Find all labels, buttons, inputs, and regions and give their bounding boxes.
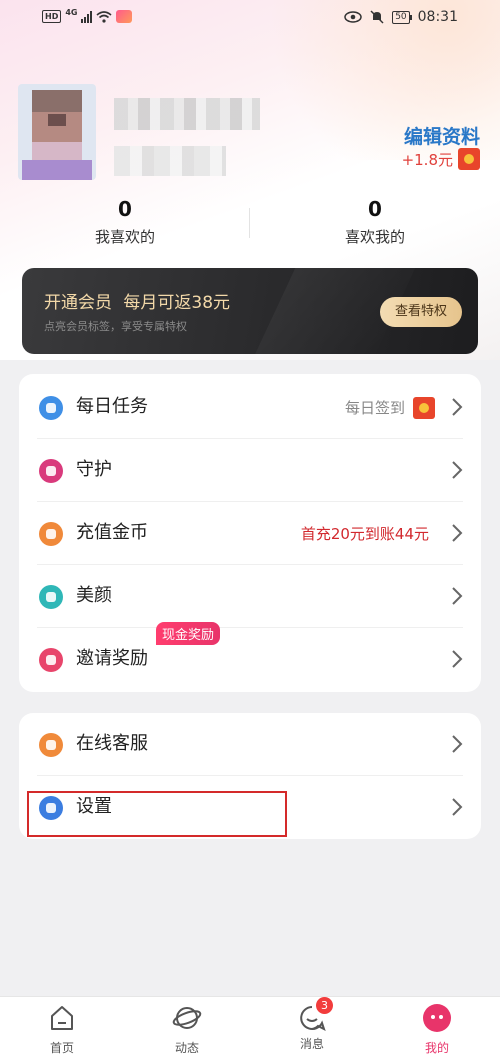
mute-icon — [370, 10, 384, 24]
nav-label: 首页 — [49, 1041, 74, 1055]
stat-label: 喜欢我的 — [344, 228, 405, 246]
stat-likes-me[interactable]: 0 喜欢我的 — [250, 196, 500, 247]
nav-item-moments[interactable]: 动态 — [157, 1003, 217, 1056]
nav-label: 我的 — [424, 1041, 449, 1055]
menu-item-beauty[interactable]: 美颜 — [19, 565, 481, 628]
clock: 08:31 — [417, 9, 458, 25]
coin-icon — [39, 522, 63, 546]
vip-subtitle: 点亮会员标签，享受专属特权 — [44, 320, 187, 333]
menu-item-label: 守护 — [76, 459, 112, 480]
nav-item-me[interactable]: 我的 — [407, 1003, 467, 1056]
signal-icon — [81, 10, 93, 23]
chevron-right-icon — [452, 735, 463, 753]
gift-icon — [39, 648, 63, 672]
menu-item-label: 每日任务 — [76, 396, 148, 417]
cash-reward-tag: 现金奖励 — [156, 622, 221, 645]
vip-title-line: 开通会员 每月可返38元 — [44, 288, 230, 313]
planet-icon — [172, 1007, 202, 1029]
menu-item-recharge[interactable]: 充值金币 首充20元到账44元 — [19, 502, 481, 565]
bottom-nav: 首页 动态 3 消息 我的 — [0, 996, 500, 1063]
menu-item-label: 邀请奖励 — [76, 648, 148, 669]
vip-banner[interactable]: 开通会员 每月可返38元 点亮会员标签，享受专属特权 查看特权 — [22, 268, 478, 354]
battery-icon: 50 — [392, 10, 413, 24]
service-icon — [39, 733, 63, 757]
nav-label: 消息 — [299, 1037, 324, 1051]
chevron-right-icon — [452, 587, 463, 605]
username-blurred — [114, 98, 260, 130]
stat-i-like[interactable]: 0 我喜欢的 — [0, 196, 250, 247]
shield-icon — [39, 459, 63, 483]
stat-value: 0 — [118, 197, 132, 221]
vip-promo: 每月可返38元 — [123, 293, 231, 313]
menu-item-daily-tasks[interactable]: 每日任务 每日签到 — [19, 376, 481, 439]
daily-checkin-text: 每日签到 — [344, 399, 405, 417]
settings-highlight-box — [27, 791, 287, 837]
home-icon — [51, 1006, 73, 1030]
avatar[interactable] — [18, 84, 96, 180]
nav-item-messages[interactable]: 3 消息 — [282, 997, 342, 1052]
stat-label: 我喜欢的 — [94, 228, 155, 246]
menu-item-label: 充值金币 — [76, 522, 148, 543]
status-bar: HD 4G 50 08:31 — [0, 0, 500, 36]
edit-profile-link[interactable]: 编辑资料 — [404, 122, 480, 149]
stat-value: 0 — [368, 197, 382, 221]
message-icon-wrap: 3 — [297, 997, 333, 1033]
menu-item-invite-reward[interactable]: 邀请奖励 现金奖励 — [19, 622, 481, 691]
menu-item-label: 美颜 — [76, 585, 112, 606]
chevron-right-icon — [452, 524, 463, 542]
recharge-promo-text: 首充20元到账44元 — [300, 525, 429, 543]
reward-amount: +1.8元 — [401, 150, 453, 169]
profile-icon — [423, 1004, 451, 1032]
chevron-right-icon — [452, 398, 463, 416]
nav-label: 动态 — [174, 1041, 199, 1055]
red-packet-icon — [413, 397, 435, 419]
nav-item-home[interactable]: 首页 — [32, 1003, 92, 1056]
chevron-right-icon — [452, 461, 463, 479]
chevron-right-icon — [452, 798, 463, 816]
wifi-icon — [96, 10, 113, 23]
eye-icon — [344, 11, 362, 23]
vip-title: 开通会员 — [44, 293, 112, 313]
edit-profile-reward: +1.8元 — [402, 148, 480, 170]
app-notification-icon — [116, 10, 133, 23]
calendar-icon — [39, 396, 63, 420]
beauty-icon — [39, 585, 63, 609]
hd-indicator: HD — [42, 10, 62, 23]
red-packet-icon — [458, 148, 480, 170]
network-type: 4G — [65, 8, 78, 17]
message-badge: 3 — [316, 997, 333, 1014]
chevron-right-icon — [452, 650, 463, 668]
view-privileges-button[interactable]: 查看特权 — [380, 297, 462, 327]
menu-item-customer-service[interactable]: 在线客服 — [19, 713, 481, 776]
main-menu-card: 每日任务 每日签到 守护 充值金币 首充20元到账44元 美颜 邀请奖励 现金奖… — [19, 374, 481, 692]
menu-item-guard[interactable]: 守护 — [19, 439, 481, 502]
user-id-blurred — [114, 146, 226, 176]
menu-item-label: 在线客服 — [76, 733, 148, 754]
